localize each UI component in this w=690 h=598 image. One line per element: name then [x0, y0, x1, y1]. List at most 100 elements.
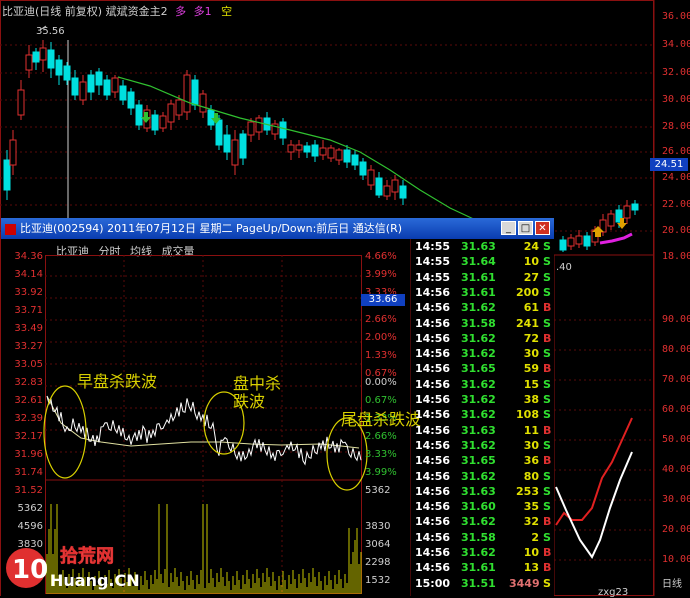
- daily-candle: [3, 159, 11, 191]
- annotation-midday-drop-2: 跌波: [233, 392, 266, 411]
- tick-volume: 61: [523, 301, 539, 315]
- tick-volume: 35: [523, 500, 539, 514]
- daily-candle: [199, 93, 207, 113]
- tick-time: 14:55: [415, 255, 451, 269]
- tick-side: B: [543, 454, 552, 468]
- tick-side: S: [543, 469, 551, 483]
- tick-volume: 11: [523, 423, 539, 437]
- tick-time: 14:56: [415, 408, 451, 422]
- tick-volume: 253: [516, 484, 539, 498]
- daily-candle: [39, 47, 47, 61]
- tick-side: B: [543, 561, 552, 575]
- current-price-marker: 24.51: [650, 158, 688, 171]
- tick-row[interactable]: 15:00 31.51 3449 S: [415, 577, 555, 595]
- tick-side: S: [543, 500, 551, 514]
- daily-candle: [575, 235, 583, 245]
- tick-price: 31.62: [461, 347, 496, 361]
- tick-price: 31.62: [461, 408, 496, 422]
- daily-candle: [25, 54, 33, 71]
- tick-side: S: [543, 377, 551, 391]
- daily-candle: [119, 85, 127, 101]
- high-price-label: 35.56: [36, 26, 65, 37]
- axis-tick: 33.92: [14, 287, 43, 298]
- axis-tick: 32.61: [14, 395, 43, 406]
- daily-candle: [335, 149, 343, 161]
- pct-tick: 2.66%: [365, 314, 397, 325]
- tick-volume: 30: [523, 347, 539, 361]
- daily-candle: [303, 145, 311, 153]
- daily-candle: [71, 77, 79, 96]
- daily-candle: [343, 149, 351, 163]
- daily-candle: [175, 99, 183, 116]
- daily-candle: [327, 147, 335, 159]
- daily-candle: [607, 213, 615, 227]
- daily-candle: [231, 139, 239, 166]
- axis-tick: 50.00: [662, 434, 690, 445]
- tick-side: S: [543, 347, 551, 361]
- vol-tick: 2298: [365, 557, 391, 568]
- daily-candle: [399, 185, 407, 199]
- daily-candle: [279, 121, 287, 139]
- tick-volume: 241: [516, 316, 539, 330]
- axis-tick: 20.00: [662, 225, 690, 236]
- daily-candle: [255, 117, 263, 133]
- daily-candle: [135, 104, 143, 126]
- tick-side: S: [543, 285, 551, 299]
- daily-candle: [95, 71, 103, 86]
- tick-volume: 13: [523, 561, 539, 575]
- pct-tick: 3.99%: [365, 269, 397, 280]
- intraday-price-marker: 33.66: [361, 294, 405, 306]
- tick-time: 14:56: [415, 301, 451, 315]
- watchlist-tab[interactable]: zxg23: [598, 587, 628, 598]
- axis-tick: 30.00: [662, 494, 690, 505]
- tick-time: 14:56: [415, 530, 451, 544]
- daily-candle: [359, 161, 367, 176]
- daily-candle: [623, 205, 631, 219]
- tick-volume: 72: [523, 331, 539, 345]
- daily-candle: [47, 49, 55, 69]
- axis-tick: 32.83: [14, 377, 43, 388]
- indicator-tag-short: 空: [221, 5, 233, 18]
- daily-candle: [295, 144, 303, 151]
- vol-tick: 5362: [365, 485, 391, 496]
- daily-candle: [311, 144, 319, 157]
- period-label[interactable]: 日线: [662, 575, 682, 590]
- axis-tick: 32.39: [14, 413, 43, 424]
- tick-price: 31.62: [461, 546, 496, 559]
- axis-tick: 30.00: [662, 94, 690, 105]
- tick-side: B: [543, 423, 552, 437]
- tick-volume: 2: [531, 530, 539, 544]
- annotation-morning-drop: 早盘杀跌波: [77, 372, 158, 391]
- axis-tick: 31.74: [14, 467, 43, 478]
- daily-candle: [207, 109, 215, 126]
- tick-side: S: [543, 240, 551, 253]
- axis-tick: 20.00: [662, 524, 690, 535]
- daily-candle: [367, 169, 375, 186]
- tick-price: 31.62: [461, 393, 496, 406]
- daily-candle: [183, 74, 191, 113]
- tick-price: 31.60: [461, 500, 496, 514]
- tick-volume: 10: [523, 546, 539, 559]
- tick-side: B: [543, 301, 552, 315]
- daily-candle: [17, 89, 25, 116]
- minimize-button[interactable]: _: [501, 221, 516, 235]
- tick-side: S: [543, 530, 551, 544]
- tick-volume: 200: [516, 285, 539, 299]
- tick-price: 31.64: [461, 255, 496, 269]
- tick-price: 31.58: [461, 530, 496, 544]
- svg-text:Huang.CN: Huang.CN: [50, 571, 140, 590]
- daily-candle: [287, 144, 295, 153]
- axis-tick: 31.52: [14, 485, 43, 496]
- pct-tick: 4.66%: [365, 251, 397, 262]
- close-button[interactable]: ✕: [535, 221, 550, 235]
- tick-time: 15:00: [415, 576, 451, 590]
- pct-tick: 3.33%: [365, 449, 397, 460]
- tick-price: 31.51: [461, 576, 496, 590]
- maximize-button[interactable]: □: [518, 221, 533, 235]
- vol-tick: 1532: [365, 575, 391, 586]
- tick-price: 31.61: [461, 270, 496, 284]
- axis-tick: 18.00: [662, 251, 690, 262]
- axis-tick: 5362: [17, 503, 43, 514]
- watermark-logo: 10 拾荒网 Huang.CN: [6, 545, 140, 590]
- daily-candle: [391, 179, 399, 193]
